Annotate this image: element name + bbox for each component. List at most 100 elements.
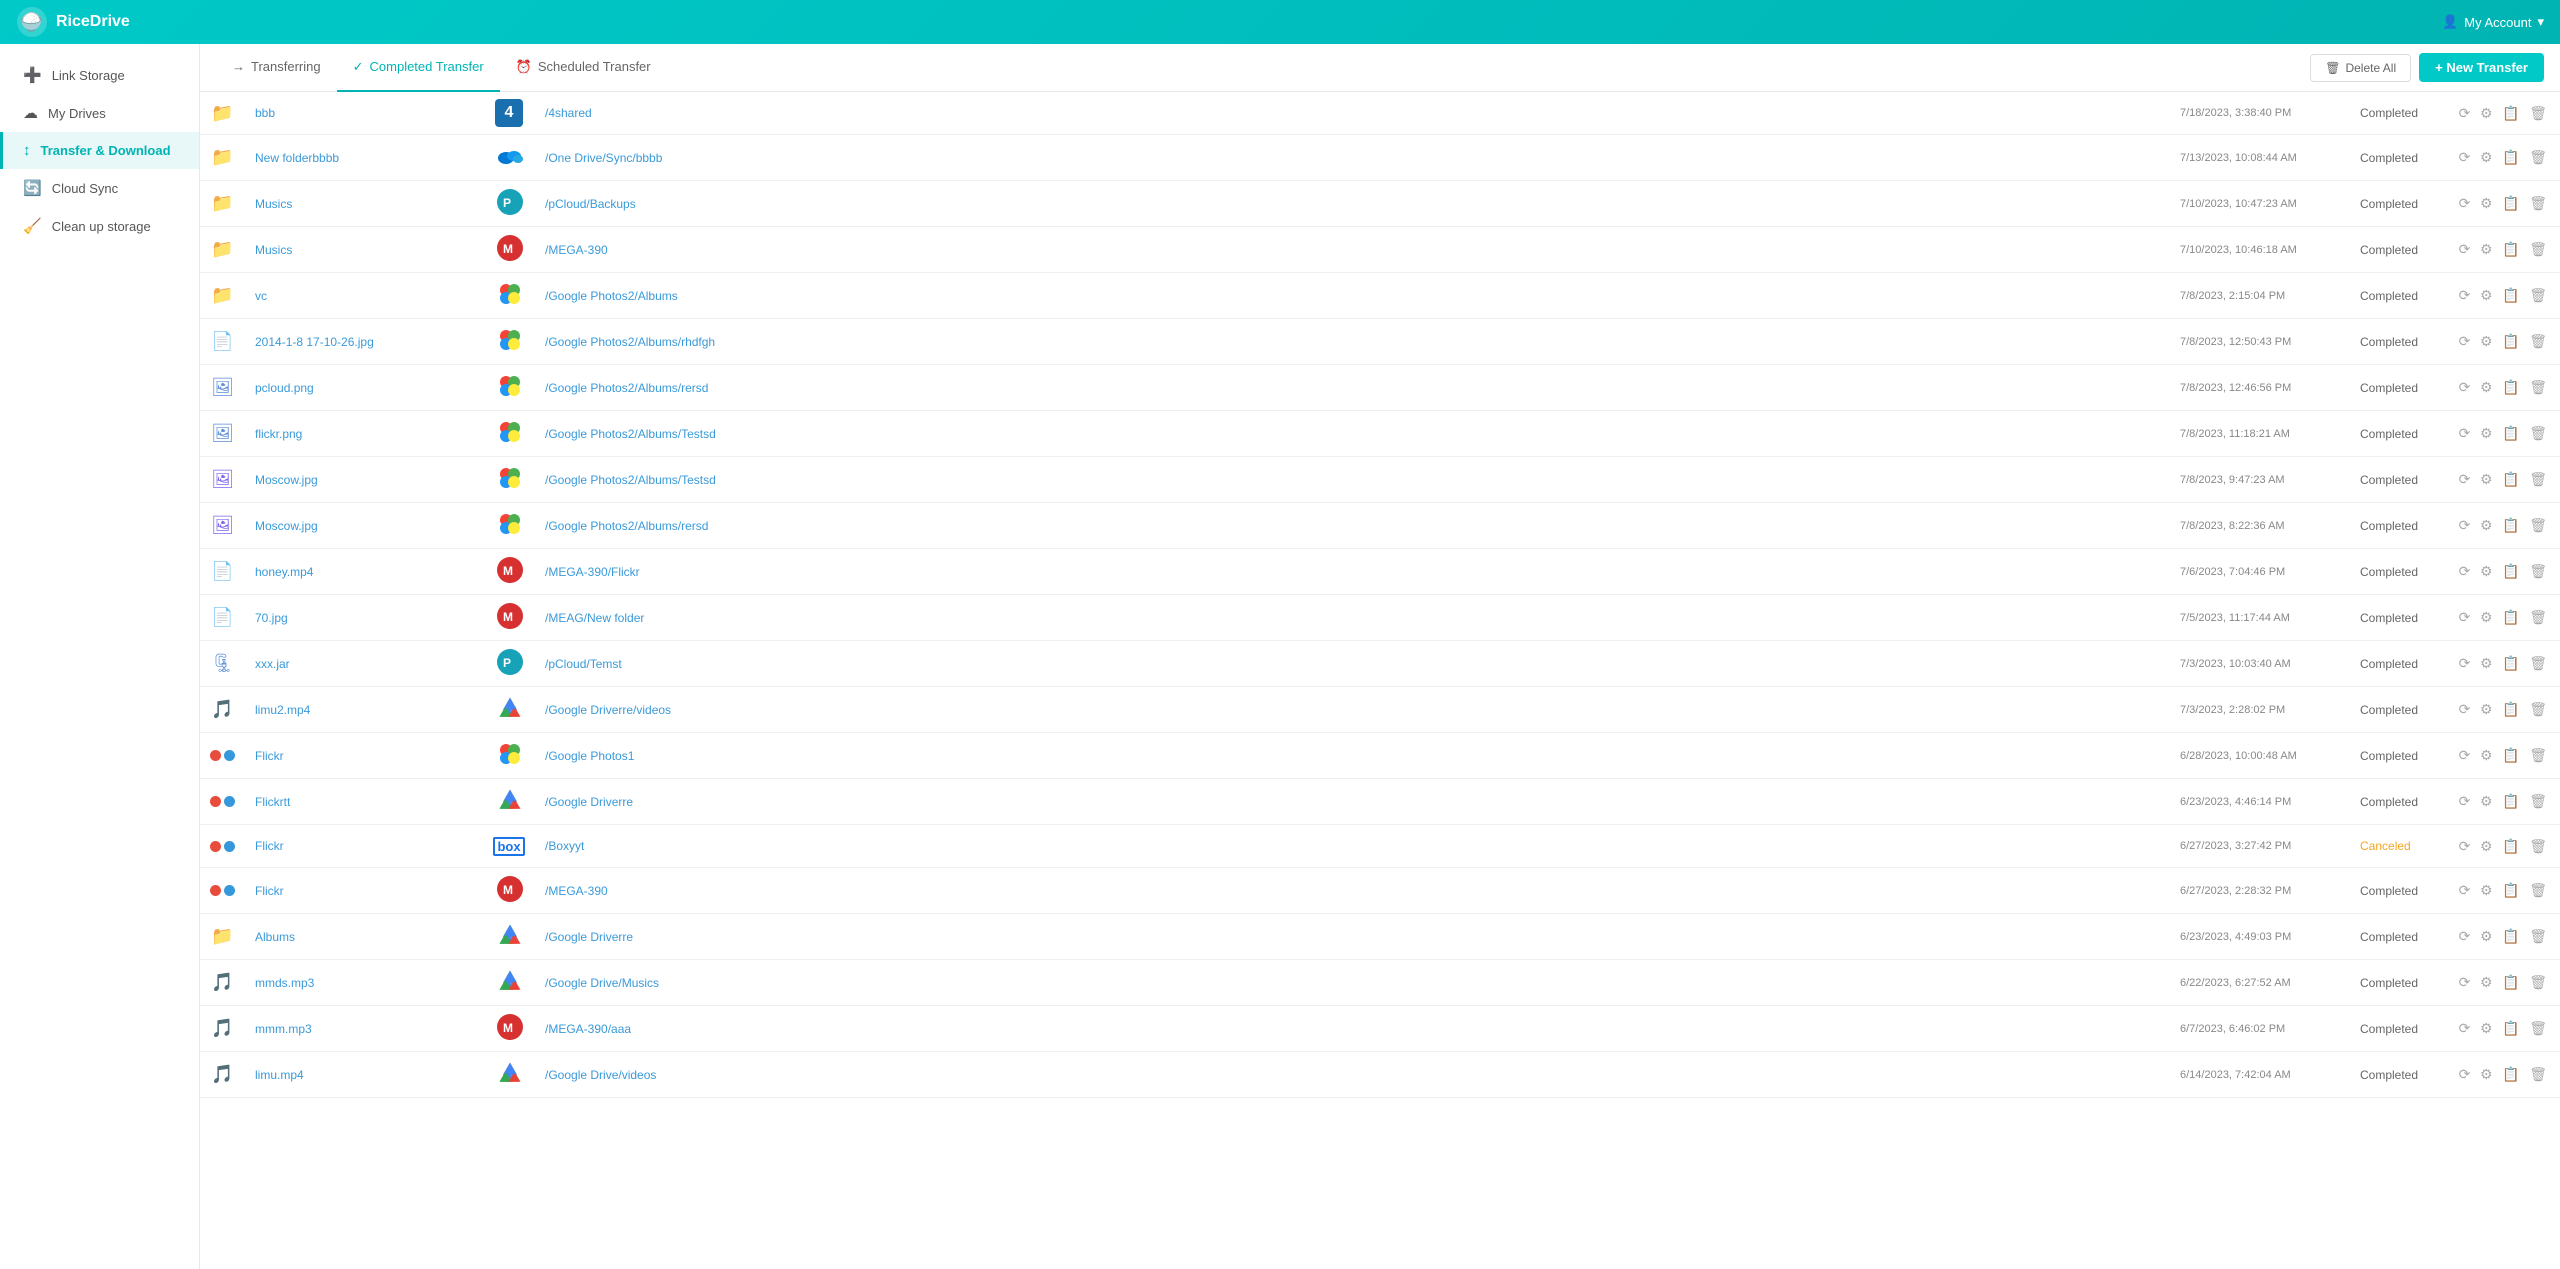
settings-button[interactable]: ⚙ (2477, 376, 2496, 399)
settings-button[interactable]: ⚙ (2477, 744, 2496, 767)
report-button[interactable]: 📋 (2499, 744, 2522, 767)
account-menu[interactable]: 👤 My Account ▾ (2442, 14, 2544, 30)
report-button[interactable]: 📋 (2499, 102, 2522, 125)
restart-button[interactable]: ⟳ (2456, 146, 2474, 169)
new-transfer-button[interactable]: + New Transfer (2419, 53, 2544, 82)
restart-button[interactable]: ⟳ (2456, 1063, 2474, 1086)
report-button[interactable]: 📋 (2499, 790, 2522, 813)
delete-button[interactable]: 🗑 (2526, 652, 2550, 675)
settings-button[interactable]: ⚙ (2477, 468, 2496, 491)
delete-button[interactable]: 🗑 (2526, 879, 2550, 902)
report-button[interactable]: 📋 (2499, 192, 2522, 215)
settings-button[interactable]: ⚙ (2477, 698, 2496, 721)
tab-scheduled-transfer[interactable]: ⏰ Scheduled Transfer (500, 44, 667, 92)
settings-button[interactable]: ⚙ (2477, 835, 2496, 858)
video-icon: 🎵 (211, 972, 233, 992)
delete-button[interactable]: 🗑 (2526, 330, 2550, 353)
settings-button[interactable]: ⚙ (2477, 606, 2496, 629)
delete-button[interactable]: 🗑 (2526, 835, 2550, 858)
delete-button[interactable]: 🗑 (2526, 514, 2550, 537)
report-button[interactable]: 📋 (2499, 971, 2522, 994)
restart-button[interactable]: ⟳ (2456, 925, 2474, 948)
report-button[interactable]: 📋 (2499, 1063, 2522, 1086)
report-button[interactable]: 📋 (2499, 652, 2522, 675)
delete-button[interactable]: 🗑 (2526, 971, 2550, 994)
delete-button[interactable]: 🗑 (2526, 146, 2550, 169)
tab-transferring[interactable]: → Transferring (216, 44, 337, 92)
delete-button[interactable]: 🗑 (2526, 238, 2550, 261)
delete-button[interactable]: 🗑 (2526, 925, 2550, 948)
settings-button[interactable]: ⚙ (2477, 652, 2496, 675)
restart-button[interactable]: ⟳ (2456, 468, 2474, 491)
sidebar-item-link-storage[interactable]: ➕ Link Storage (0, 56, 199, 94)
restart-button[interactable]: ⟳ (2456, 422, 2474, 445)
settings-button[interactable]: ⚙ (2477, 146, 2496, 169)
delete-button[interactable]: 🗑 (2526, 422, 2550, 445)
settings-button[interactable]: ⚙ (2477, 1063, 2496, 1086)
delete-all-button[interactable]: 🗑 Delete All (2310, 54, 2411, 82)
restart-button[interactable]: ⟳ (2456, 606, 2474, 629)
report-button[interactable]: 📋 (2499, 698, 2522, 721)
report-button[interactable]: 📋 (2499, 835, 2522, 858)
settings-button[interactable]: ⚙ (2477, 1017, 2496, 1040)
report-button[interactable]: 📋 (2499, 330, 2522, 353)
report-button[interactable]: 📋 (2499, 422, 2522, 445)
settings-button[interactable]: ⚙ (2477, 238, 2496, 261)
report-button[interactable]: 📋 (2499, 606, 2522, 629)
restart-button[interactable]: ⟳ (2456, 560, 2474, 583)
restart-button[interactable]: ⟳ (2456, 879, 2474, 902)
report-button[interactable]: 📋 (2499, 879, 2522, 902)
restart-button[interactable]: ⟳ (2456, 790, 2474, 813)
restart-button[interactable]: ⟳ (2456, 376, 2474, 399)
delete-button[interactable]: 🗑 (2526, 1063, 2550, 1086)
restart-button[interactable]: ⟳ (2456, 1017, 2474, 1040)
delete-button[interactable]: 🗑 (2526, 468, 2550, 491)
delete-button[interactable]: 🗑 (2526, 284, 2550, 307)
report-button[interactable]: 📋 (2499, 468, 2522, 491)
settings-button[interactable]: ⚙ (2477, 102, 2496, 125)
settings-button[interactable]: ⚙ (2477, 879, 2496, 902)
delete-button[interactable]: 🗑 (2526, 560, 2550, 583)
delete-button[interactable]: 🗑 (2526, 1017, 2550, 1040)
restart-button[interactable]: ⟳ (2456, 330, 2474, 353)
settings-button[interactable]: ⚙ (2477, 330, 2496, 353)
report-button[interactable]: 📋 (2499, 1017, 2522, 1040)
settings-button[interactable]: ⚙ (2477, 790, 2496, 813)
restart-button[interactable]: ⟳ (2456, 192, 2474, 215)
restart-button[interactable]: ⟳ (2456, 652, 2474, 675)
settings-button[interactable]: ⚙ (2477, 422, 2496, 445)
restart-button[interactable]: ⟳ (2456, 835, 2474, 858)
sidebar-item-clean-up-storage[interactable]: 🧹 Clean up storage (0, 207, 199, 245)
delete-button[interactable]: 🗑 (2526, 102, 2550, 125)
restart-button[interactable]: ⟳ (2456, 971, 2474, 994)
restart-button[interactable]: ⟳ (2456, 744, 2474, 767)
sidebar-item-transfer-download[interactable]: ↕ Transfer & Download (0, 132, 199, 169)
report-button[interactable]: 📋 (2499, 238, 2522, 261)
tab-completed-transfer[interactable]: ✓ Completed Transfer (337, 44, 500, 92)
restart-button[interactable]: ⟳ (2456, 102, 2474, 125)
report-button[interactable]: 📋 (2499, 146, 2522, 169)
settings-button[interactable]: ⚙ (2477, 514, 2496, 537)
settings-button[interactable]: ⚙ (2477, 971, 2496, 994)
delete-button[interactable]: 🗑 (2526, 698, 2550, 721)
restart-button[interactable]: ⟳ (2456, 284, 2474, 307)
settings-button[interactable]: ⚙ (2477, 284, 2496, 307)
settings-button[interactable]: ⚙ (2477, 192, 2496, 215)
report-button[interactable]: 📋 (2499, 514, 2522, 537)
settings-button[interactable]: ⚙ (2477, 560, 2496, 583)
restart-button[interactable]: ⟳ (2456, 238, 2474, 261)
sidebar-item-my-drives[interactable]: ☁ My Drives (0, 94, 199, 132)
delete-button[interactable]: 🗑 (2526, 376, 2550, 399)
report-button[interactable]: 📋 (2499, 284, 2522, 307)
delete-button[interactable]: 🗑 (2526, 790, 2550, 813)
restart-button[interactable]: ⟳ (2456, 514, 2474, 537)
sidebar-item-cloud-sync[interactable]: 🔄 Cloud Sync (0, 169, 199, 207)
report-button[interactable]: 📋 (2499, 560, 2522, 583)
report-button[interactable]: 📋 (2499, 925, 2522, 948)
delete-button[interactable]: 🗑 (2526, 606, 2550, 629)
settings-button[interactable]: ⚙ (2477, 925, 2496, 948)
delete-button[interactable]: 🗑 (2526, 744, 2550, 767)
report-button[interactable]: 📋 (2499, 376, 2522, 399)
delete-button[interactable]: 🗑 (2526, 192, 2550, 215)
restart-button[interactable]: ⟳ (2456, 698, 2474, 721)
